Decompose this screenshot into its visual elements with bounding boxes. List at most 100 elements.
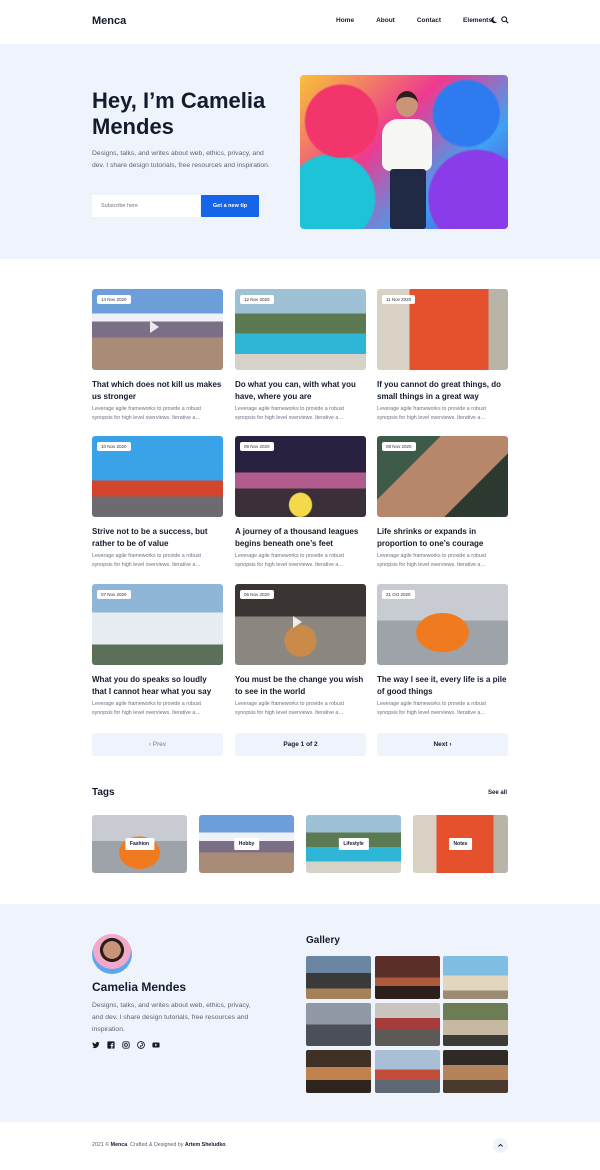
post-excerpt: Leverage agile frameworks to provide a r…	[235, 701, 344, 716]
nav-home[interactable]: Home	[336, 17, 354, 24]
post-excerpt: Leverage agile frameworks to provide a r…	[92, 553, 201, 568]
author-description: Designs, talks, and writes about web, et…	[92, 1002, 251, 1033]
post-date: 21 Oct 2020	[382, 590, 415, 599]
tag-label: Lifestyle	[338, 838, 369, 850]
post-excerpt: Leverage agile frameworks to provide a r…	[235, 406, 344, 421]
post-excerpt: Leverage agile frameworks to provide a r…	[377, 553, 486, 568]
post-thumbnail[interactable]: 21 Oct 2020	[377, 584, 508, 665]
hero-portrait-image	[300, 75, 508, 229]
post-excerpt: Leverage agile frameworks to provide a r…	[92, 406, 201, 421]
gallery-image[interactable]	[375, 1003, 440, 1046]
get-tip-button[interactable]: Get a new tip	[201, 195, 259, 217]
copyright-text: 2021 © Menca. Crafted & Designed by Arte…	[92, 1142, 227, 1148]
page-indicator: Page 1 of 2	[235, 733, 366, 756]
tag-card-fashion[interactable]: Fashion	[92, 815, 187, 873]
hero-description: Designs, talks, and writes about web, et…	[92, 150, 270, 169]
author-name: Camelia Mendes	[92, 980, 187, 994]
gallery-image[interactable]	[443, 1050, 508, 1093]
gallery-image[interactable]	[443, 956, 508, 999]
tag-card-notes[interactable]: Notes	[413, 815, 508, 873]
post-date: 14 Nov 2020	[97, 295, 131, 304]
post-thumbnail[interactable]: 09 Nov 2020	[235, 436, 366, 517]
post-thumbnail[interactable]: 07 Nov 2020	[92, 584, 223, 665]
post-title[interactable]: Do what you can, with what you have, whe…	[235, 379, 366, 402]
post-excerpt: Leverage agile frameworks to provide a r…	[235, 553, 344, 568]
post-thumbnail[interactable]: 08 Nov 2020	[377, 436, 508, 517]
post-thumbnail[interactable]: 10 Nov 2020	[92, 436, 223, 517]
post-title[interactable]: A journey of a thousand leagues begins b…	[235, 526, 366, 549]
youtube-icon[interactable]	[152, 1041, 160, 1049]
twitter-icon[interactable]	[92, 1041, 100, 1049]
post-card[interactable]: 14 Nov 2020 That which does not kill us …	[92, 289, 223, 423]
post-card[interactable]: 06 Nov 2020 You must be the change you w…	[235, 584, 366, 718]
tag-label: Hobby	[233, 838, 260, 850]
crafted-text: . Crafted & Designed by	[127, 1142, 184, 1148]
site-header: Menca Home About Contact Elements	[0, 0, 600, 44]
post-date: 10 Nov 2020	[97, 442, 131, 451]
post-excerpt: Leverage agile frameworks to provide a r…	[377, 701, 486, 716]
site-logo[interactable]: Menca	[92, 15, 126, 27]
back-to-top-button[interactable]	[493, 1138, 508, 1153]
see-all-tags-link[interactable]: See all	[488, 790, 507, 796]
footer-site-link[interactable]: Menca	[111, 1142, 128, 1148]
post-card[interactable]: 07 Nov 2020 What you do speaks so loudly…	[92, 584, 223, 718]
pinterest-icon[interactable]	[137, 1041, 145, 1049]
gallery-image[interactable]	[306, 1003, 371, 1046]
chevron-up-icon	[498, 1143, 503, 1147]
tag-label: Notes	[448, 838, 473, 850]
post-title[interactable]: Strive not to be a success, but rather t…	[92, 526, 223, 549]
gallery-image[interactable]	[375, 1050, 440, 1093]
gallery-image[interactable]	[375, 956, 440, 999]
dark-mode-moon-icon[interactable]	[490, 16, 498, 24]
play-icon[interactable]	[293, 616, 302, 628]
tag-label: Fashion	[124, 838, 155, 850]
about-section: Camelia Mendes Designs, talks, and write…	[0, 904, 600, 1122]
next-page-button[interactable]: Next ›	[377, 733, 508, 756]
post-date: 11 Nov 2020	[382, 295, 416, 304]
post-date: 09 Nov 2020	[240, 442, 274, 451]
prev-page-button[interactable]: ‹ Prev	[92, 733, 223, 756]
post-title[interactable]: You must be the change you wish to see i…	[235, 674, 366, 697]
post-title[interactable]: Life shrinks or expands in proportion to…	[377, 526, 508, 549]
post-thumbnail[interactable]: 11 Nov 2020	[377, 289, 508, 370]
main-nav: Home About Contact Elements	[336, 17, 514, 24]
post-date: 12 Nov 2020	[240, 295, 274, 304]
gallery-image[interactable]	[306, 1050, 371, 1093]
instagram-icon[interactable]	[122, 1041, 130, 1049]
tags-heading: Tags	[92, 787, 115, 798]
nav-elements[interactable]: Elements	[463, 17, 492, 24]
post-thumbnail[interactable]: 06 Nov 2020	[235, 584, 366, 665]
tag-card-hobby[interactable]: Hobby	[199, 815, 294, 873]
gallery-image[interactable]	[306, 956, 371, 999]
post-card[interactable]: 21 Oct 2020 The way I see it, every life…	[377, 584, 508, 718]
site-footer: 2021 © Menca. Crafted & Designed by Arte…	[0, 1122, 600, 1170]
tag-card-lifestyle[interactable]: Lifestyle	[306, 815, 401, 873]
footer-end: .	[225, 1142, 227, 1148]
post-date: 08 Nov 2020	[382, 442, 416, 451]
play-icon[interactable]	[150, 321, 159, 333]
nav-about[interactable]: About	[376, 17, 395, 24]
gallery-heading: Gallery	[306, 935, 340, 946]
gallery-image[interactable]	[443, 1003, 508, 1046]
post-card[interactable]: 11 Nov 2020 If you cannot do great thing…	[377, 289, 508, 423]
post-card[interactable]: 08 Nov 2020 Life shrinks or expands in p…	[377, 436, 508, 570]
post-excerpt: Leverage agile frameworks to provide a r…	[92, 701, 201, 716]
post-card[interactable]: 09 Nov 2020 A journey of a thousand leag…	[235, 436, 366, 570]
search-icon[interactable]	[501, 16, 509, 24]
post-title[interactable]: What you do speaks so loudly that I cann…	[92, 674, 223, 697]
copyright-year: 2021 ©	[92, 1142, 110, 1148]
nav-contact[interactable]: Contact	[417, 17, 441, 24]
post-thumbnail[interactable]: 12 Nov 2020	[235, 289, 366, 370]
author-avatar	[92, 934, 132, 974]
facebook-icon[interactable]	[107, 1041, 115, 1049]
post-date: 07 Nov 2020	[97, 590, 131, 599]
post-excerpt: Leverage agile frameworks to provide a r…	[377, 406, 486, 421]
author-link[interactable]: Artem Sheludko	[185, 1142, 226, 1148]
post-card[interactable]: 10 Nov 2020 Strive not to be a success, …	[92, 436, 223, 570]
post-title[interactable]: That which does not kill us makes us str…	[92, 379, 223, 402]
subscribe-input[interactable]	[92, 195, 200, 217]
post-card[interactable]: 12 Nov 2020 Do what you can, with what y…	[235, 289, 366, 423]
post-thumbnail[interactable]: 14 Nov 2020	[92, 289, 223, 370]
post-title[interactable]: If you cannot do great things, do small …	[377, 379, 508, 402]
post-title[interactable]: The way I see it, every life is a pile o…	[377, 674, 508, 697]
